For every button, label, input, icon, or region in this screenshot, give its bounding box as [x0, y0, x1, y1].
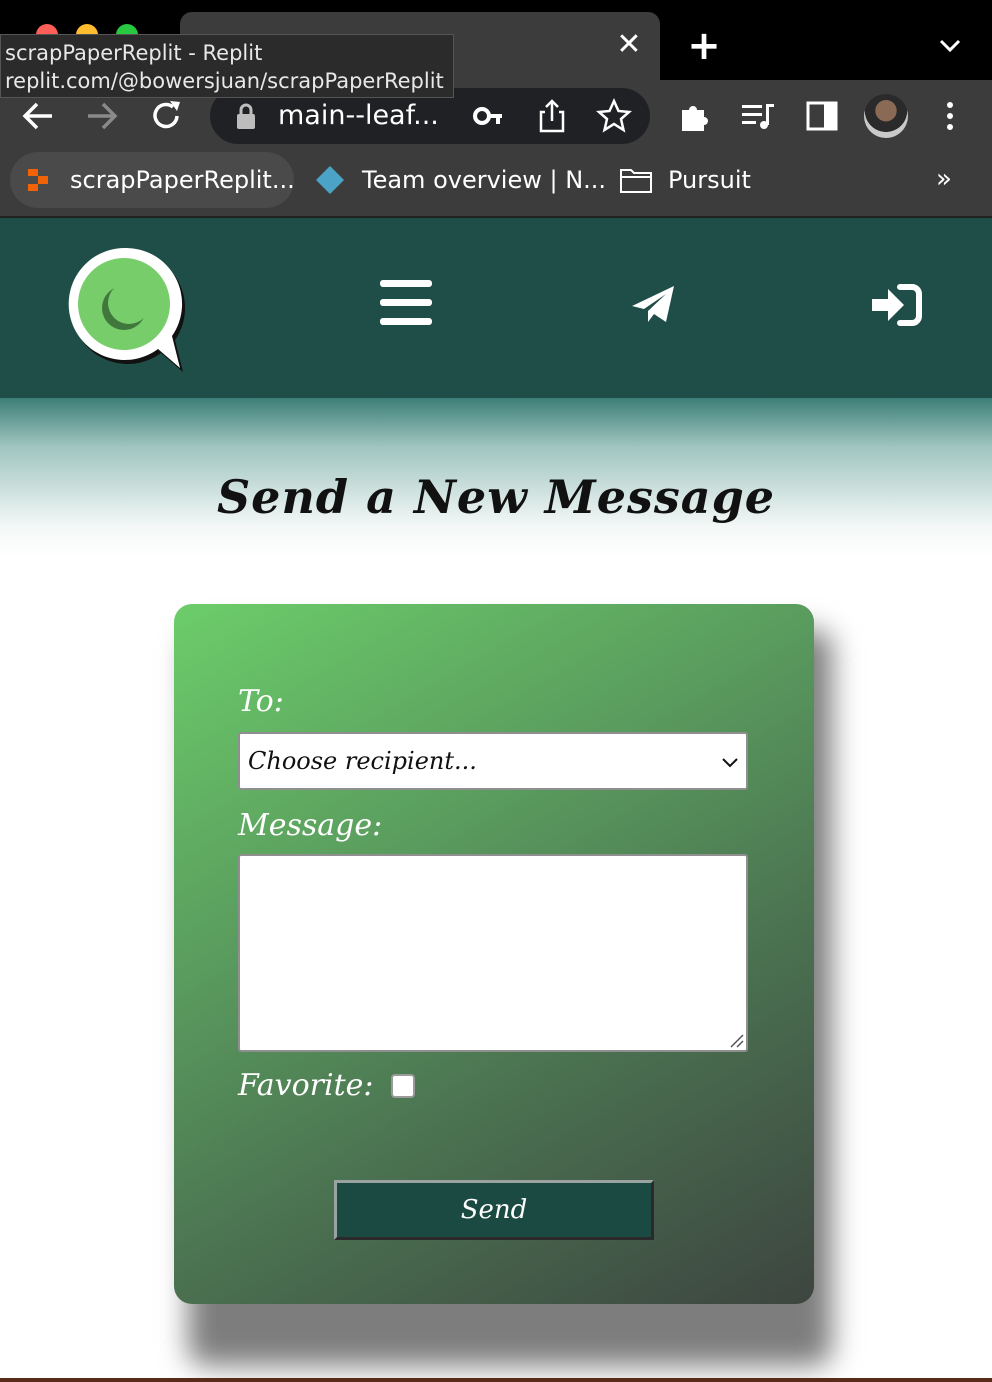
bookmark-label[interactable]: scrapPaperReplit... [70, 162, 295, 198]
window-bottom-edge [0, 1378, 992, 1382]
favorite-label: Favorite: [238, 1068, 374, 1103]
extensions-icon[interactable] [674, 96, 714, 136]
paper-plane-icon[interactable] [630, 284, 676, 324]
recipient-select[interactable]: Choose recipient... [238, 732, 748, 790]
tooltip-title: scrapPaperReplit - Replit [5, 41, 263, 65]
reload-icon[interactable] [146, 96, 186, 136]
diamond-icon [316, 166, 344, 194]
plus-icon[interactable]: + [686, 26, 722, 66]
sign-in-icon[interactable] [870, 284, 922, 326]
chevron-down-icon [722, 758, 738, 768]
folder-icon [620, 169, 652, 193]
send-button[interactable]: Send [334, 1180, 654, 1240]
bookmarks-overflow-button[interactable]: » [936, 164, 952, 194]
page-title: Send a New Message [216, 470, 776, 524]
tooltip-url: replit.com/@bowersjuan/scrapPaperReplit [5, 69, 444, 93]
recipient-select-value: Choose recipient... [248, 747, 477, 775]
share-icon[interactable] [532, 96, 572, 136]
bookmark-team-overview[interactable]: Team overview | N... [362, 162, 606, 198]
close-icon[interactable]: ✕ [612, 28, 646, 62]
to-label: To: [238, 684, 284, 719]
replit-icon [28, 169, 48, 191]
lock-icon[interactable] [232, 100, 260, 132]
chevron-down-icon[interactable] [934, 30, 966, 62]
bookmark-pursuit[interactable]: Pursuit [668, 162, 751, 198]
address-text[interactable]: main--leaf... [278, 98, 439, 134]
media-control-icon[interactable] [738, 96, 778, 136]
forward-arrow-icon[interactable] [82, 96, 122, 136]
tab-tooltip: scrapPaperReplit - Replit replit.com/@bo… [0, 34, 454, 98]
star-icon[interactable] [594, 96, 634, 136]
more-vert-icon[interactable] [930, 96, 970, 136]
side-panel-icon[interactable] [802, 96, 842, 136]
key-icon[interactable] [470, 96, 510, 136]
chat-bubble-logo[interactable] [62, 242, 186, 374]
hamburger-menu-icon[interactable] [378, 278, 434, 328]
resize-handle-icon[interactable] [728, 1032, 744, 1048]
message-textarea[interactable] [238, 854, 748, 1052]
message-label: Message: [238, 808, 383, 843]
back-arrow-icon[interactable] [18, 96, 58, 136]
favorite-checkbox[interactable] [391, 1074, 415, 1098]
avatar[interactable] [864, 94, 908, 138]
